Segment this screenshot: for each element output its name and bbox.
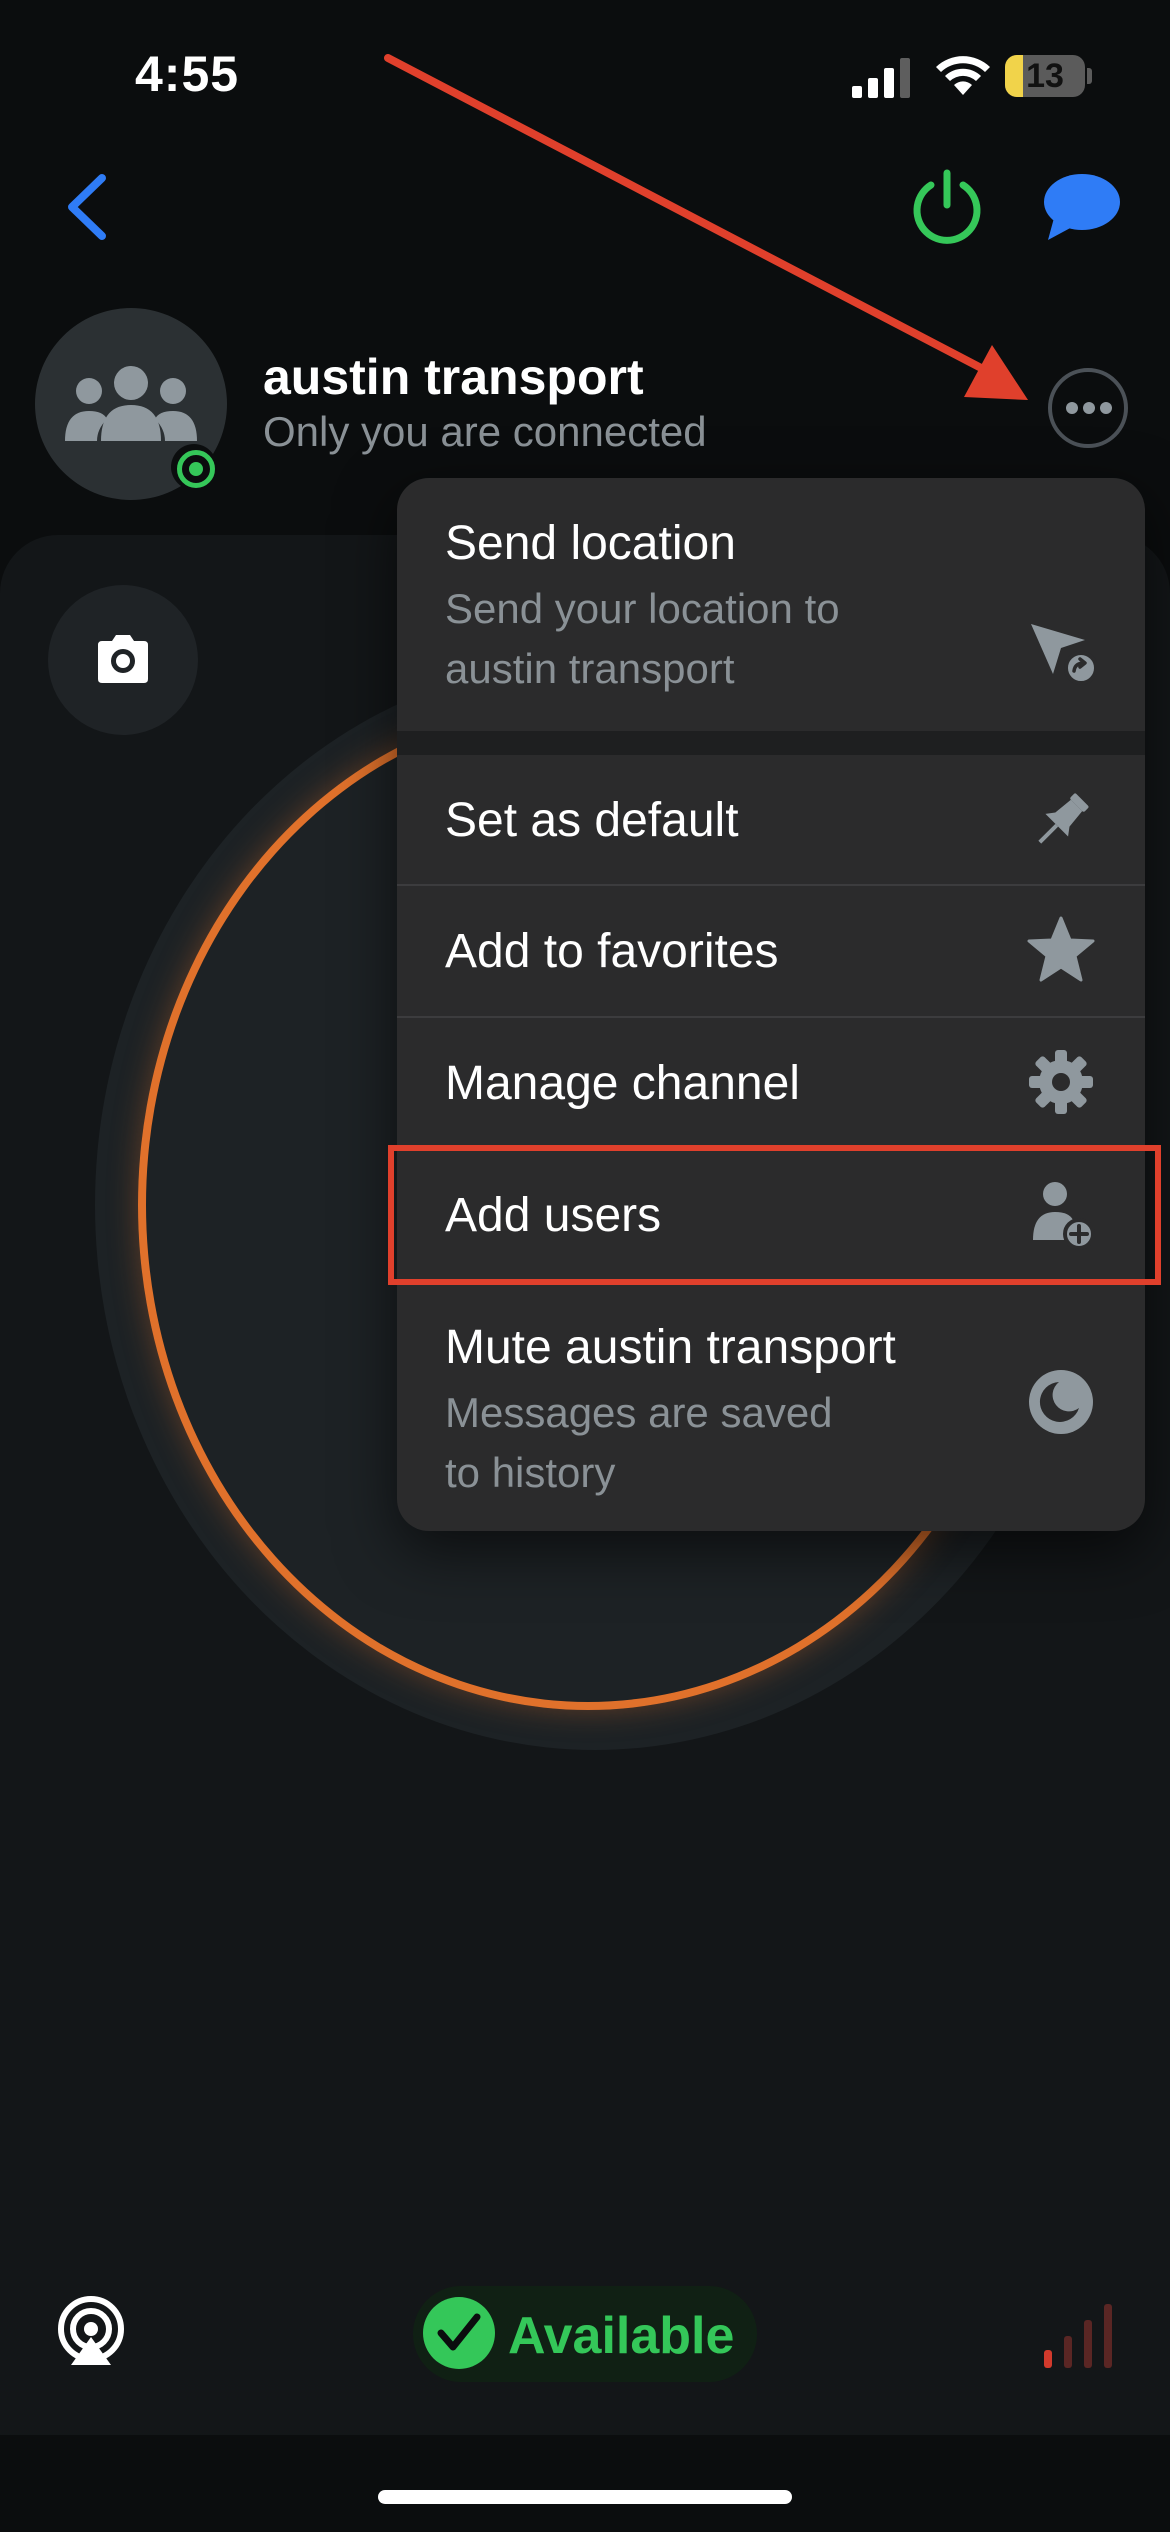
- camera-icon: [98, 635, 148, 683]
- moon-icon: [1029, 1370, 1093, 1434]
- signal-strength-icon: [1044, 2304, 1112, 2368]
- send-location-icon: [1031, 624, 1097, 685]
- annotation-highlight-box: [388, 1145, 1161, 1285]
- menu-item-send-location[interactable]: Send location Send your location to aust…: [397, 516, 1145, 731]
- menu-section-divider: [397, 731, 1145, 755]
- annotation-arrow: [384, 54, 1028, 400]
- menu-item-set-default[interactable]: Set as default: [397, 755, 1145, 885]
- menu-item-add-favorites[interactable]: Add to favorites: [397, 886, 1145, 1016]
- checkmark-icon: [423, 2297, 495, 2369]
- menu-item-label: Send location: [445, 517, 736, 570]
- camera-button[interactable]: [48, 585, 198, 735]
- home-indicator: [378, 2490, 792, 2504]
- star-icon: [1027, 916, 1095, 982]
- broadcast-icon[interactable]: [55, 2295, 127, 2367]
- gear-icon: [1029, 1050, 1093, 1114]
- pin-icon: [1038, 793, 1089, 844]
- menu-item-subtitle-line2: to history: [445, 1449, 616, 1496]
- availability-label: Available: [508, 2307, 735, 2365]
- menu-item-mute-channel[interactable]: Mute austin transport Messages are saved…: [397, 1282, 1145, 1531]
- menu-item-manage-channel[interactable]: Manage channel: [397, 1018, 1145, 1148]
- channel-context-menu: Send location Send your location to aust…: [397, 478, 1145, 1531]
